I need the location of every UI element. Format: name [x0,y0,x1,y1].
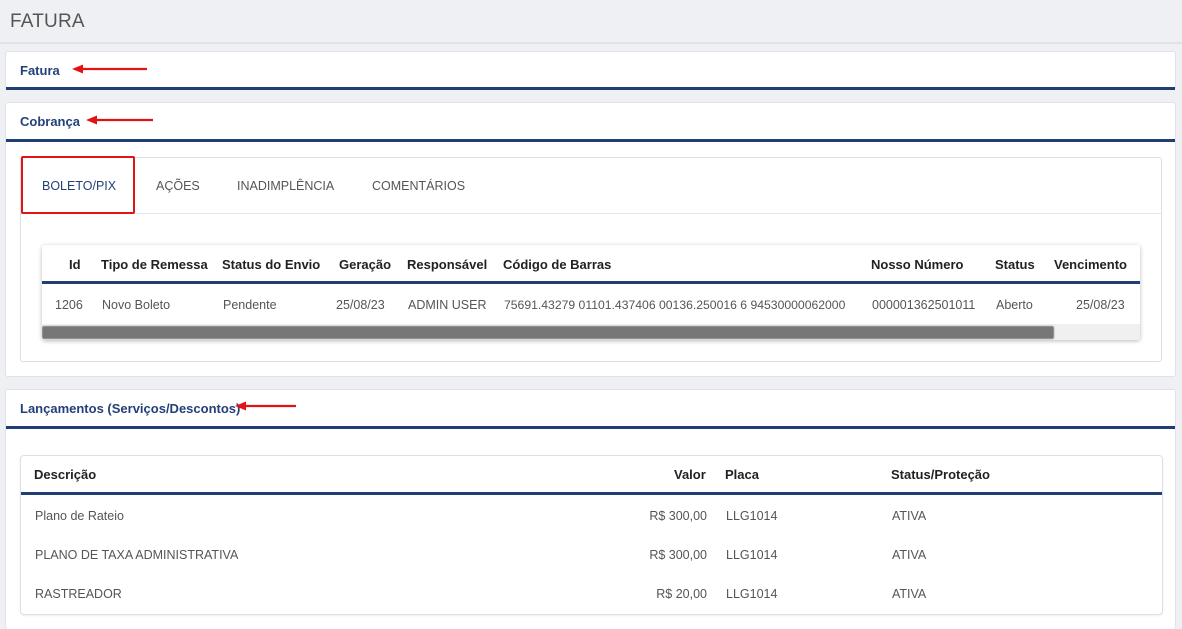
cobranca-title: Cobrança [20,114,80,129]
cell-tipo: Novo Boleto [102,298,171,312]
lancamentos-title: Lançamentos (Serviços/Descontos) [20,401,241,416]
col-nosso-numero: Nosso Número [871,257,964,272]
cell-valor: R$ 300,00 [649,509,707,523]
cobranca-tabs: BOLETO/PIX AÇÕES INADIMPLÊNCIA COMENTÁRI… [21,156,1161,214]
tab-acoes[interactable]: AÇÕES [156,158,200,214]
fatura-header[interactable]: Fatura [6,52,1175,90]
cell-vencimento: 25/08/23 [1076,298,1125,312]
cell-valor: R$ 300,00 [649,548,707,562]
cell-status: ATIVA [892,509,927,523]
col-status-envio: Status do Envio [222,257,321,272]
boletos-table: Id Tipo de Remessa Status do Envio Geraç… [42,245,1140,340]
tab-inadimplencia[interactable]: INADIMPLÊNCIA [237,158,334,214]
tab-boleto-pix[interactable]: BOLETO/PIX [42,158,116,214]
cell-placa: LLG1014 [726,548,778,562]
annotation-arrow-icon [235,401,296,411]
cell-placa: LLG1014 [726,587,778,601]
cell-status: ATIVA [892,587,927,601]
fatura-card: Fatura [5,51,1176,90]
cell-placa: LLG1014 [726,509,778,523]
col-tipo-remessa: Tipo de Remessa [101,257,208,272]
horizontal-scrollbar[interactable] [42,324,1140,340]
cobranca-card: Cobrança BOLETO/PIX AÇÕES INADIMPLÊNCIA … [5,102,1176,377]
cell-responsavel: ADMIN USER [408,298,487,312]
lancamentos-header[interactable]: Lançamentos (Serviços/Descontos) [6,390,1175,429]
cobranca-header[interactable]: Cobrança [6,103,1175,142]
cell-descricao: PLANO DE TAXA ADMINISTRATIVA [35,548,239,562]
col-codigo-barras: Código de Barras [503,257,612,272]
col-status-protecao: Status/Proteção [891,467,990,482]
cell-status: ATIVA [892,548,927,562]
header-divider [21,492,1162,495]
col-geracao: Geração [339,257,392,272]
fatura-title: Fatura [20,63,60,78]
lancamentos-card: Lançamentos (Serviços/Descontos) Descriç… [5,389,1176,629]
col-placa: Placa [725,467,759,482]
cell-descricao: Plano de Rateio [35,509,124,523]
col-id: Id [69,257,81,272]
annotation-arrow-icon [72,64,147,74]
cell-status: Aberto [996,298,1033,312]
cell-geracao: 25/08/23 [336,298,385,312]
cell-id: 1206 [55,298,83,312]
cell-valor: R$ 20,00 [656,587,707,601]
col-descricao: Descrição [34,467,97,482]
cell-codigo-barras: 75691.43279 01101.437406 00136.250016 6 … [504,298,846,312]
header-divider [42,281,1140,284]
cell-descricao: RASTREADOR [35,587,122,601]
tab-comentarios[interactable]: COMENTÁRIOS [372,158,465,214]
col-status: Status [995,257,1035,272]
annotation-arrow-icon [86,115,153,125]
cobranca-panel: BOLETO/PIX AÇÕES INADIMPLÊNCIA COMENTÁRI… [20,156,1162,362]
col-valor: Valor [674,467,706,482]
cell-status-envio: Pendente [223,298,277,312]
cell-nosso-numero: 000001362501011 [872,298,976,312]
col-responsavel: Responsável [407,257,488,272]
col-vencimento: Vencimento [1054,257,1127,272]
lancamentos-table: Descrição Valor Placa Status/Proteção Pl… [21,456,1162,614]
page-title: FATURA [10,11,85,32]
scrollbar-thumb[interactable] [42,326,1054,339]
title-divider [0,42,1182,44]
